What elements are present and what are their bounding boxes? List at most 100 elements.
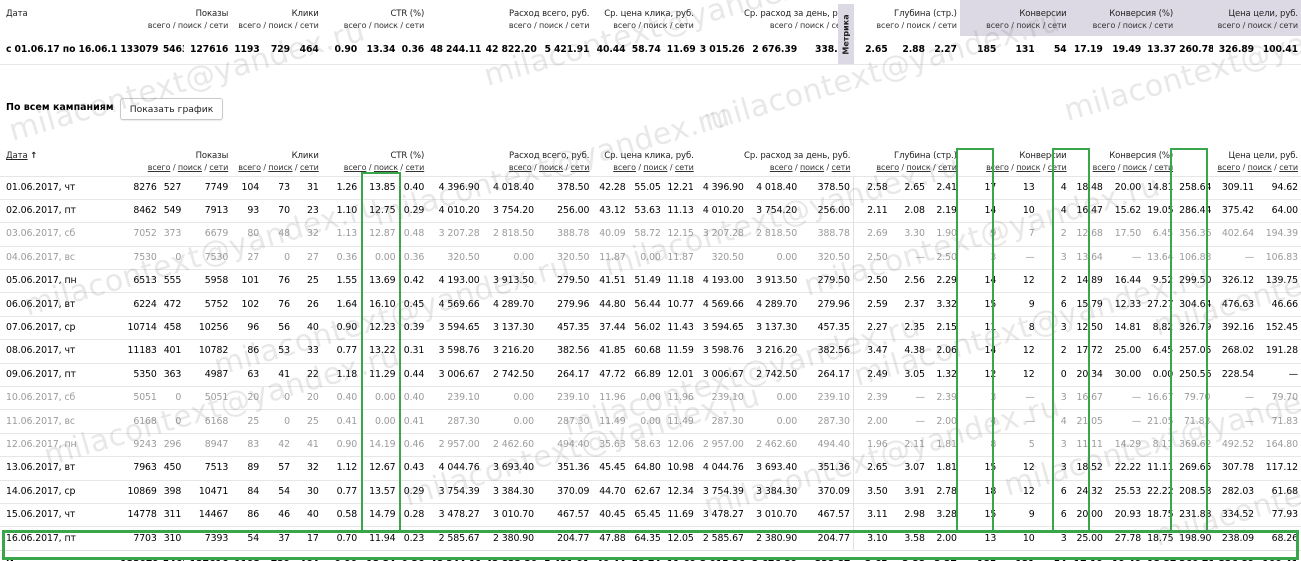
- table-cell: 0.36: [398, 245, 428, 270]
- table-cell: 7513: [184, 456, 232, 481]
- sort-link-all[interactable]: всего: [770, 163, 793, 172]
- table-cell: 7530: [117, 245, 160, 270]
- table-cell: 0: [1037, 362, 1070, 387]
- metrika-tab[interactable]: Метрика: [838, 4, 854, 64]
- table-cell: 3.05: [890, 362, 928, 387]
- table-cell: 16.67: [1144, 386, 1177, 410]
- detail-header-row: Дата ↑ Показы всего / поиск / сети Клики все…: [0, 146, 1301, 176]
- table-cell: 2.98: [890, 502, 928, 527]
- table-cell: 11.13: [663, 198, 697, 223]
- sort-link-search[interactable]: поиск: [268, 163, 292, 172]
- sort-link-search[interactable]: поиск: [1248, 163, 1272, 172]
- table-cell: 3 010.70: [482, 502, 537, 527]
- table-cell: 8947: [184, 432, 232, 457]
- table-cell: 3.50: [852, 479, 891, 504]
- sort-link-network[interactable]: сети: [675, 163, 694, 172]
- sort-link-search[interactable]: поиск: [800, 163, 824, 172]
- table-cell: 12.01: [663, 362, 697, 387]
- sort-link-all[interactable]: всего: [509, 163, 532, 172]
- table-cell: 18.75: [1144, 526, 1177, 551]
- table-cell: 20.93: [1105, 502, 1145, 527]
- sort-link-network[interactable]: сети: [832, 163, 851, 172]
- table-row: 13.06.2017, вт 7963 450 7513 89 57 32 1.12 12.67…: [0, 456, 1301, 481]
- table-cell: 2 957.00: [696, 432, 747, 457]
- sort-link-network[interactable]: сети: [938, 163, 957, 172]
- table-cell: 61.68: [1257, 479, 1301, 504]
- sort-link-search[interactable]: поиск: [1016, 163, 1040, 172]
- table-cell: 15.79: [1069, 292, 1106, 317]
- table-cell: 12.21: [663, 175, 697, 200]
- table-cell: 12.06: [663, 432, 697, 457]
- summary-cell: 133079: [117, 36, 160, 65]
- detail-header-conversion-rate: Конверсия (%) всего / поиск / сети: [1070, 146, 1177, 176]
- sort-link-all[interactable]: всего: [148, 163, 171, 172]
- sort-link-search[interactable]: поиск: [1123, 163, 1147, 172]
- table-cell: 3 594.65: [427, 315, 483, 340]
- table-cell: 79.70: [1176, 386, 1214, 410]
- table-cell: 1.81: [927, 432, 960, 457]
- sort-link-network[interactable]: сети: [209, 163, 228, 172]
- sort-link-all[interactable]: всего: [344, 163, 367, 172]
- table-cell: 164.80: [1257, 432, 1301, 457]
- table-cell: 0.00: [746, 245, 801, 270]
- table-row: 11.06.2017, вс 6168 0 6168 25 0 25 0.41 0.00 0.41…: [0, 409, 1301, 434]
- sort-link-all[interactable]: всего: [238, 163, 261, 172]
- total-row: Итого133079546312761611937294640.9013.34…: [0, 549, 1301, 561]
- sort-link-search[interactable]: поиск: [907, 163, 931, 172]
- table-cell: 3.32: [927, 292, 960, 317]
- table-cell: 102: [231, 292, 263, 317]
- table-cell: 44.70: [592, 479, 629, 504]
- table-cell: 33: [292, 339, 322, 364]
- sort-link-network[interactable]: сети: [1048, 163, 1067, 172]
- table-cell: 0.45: [398, 292, 428, 317]
- table-cell: 311: [159, 502, 185, 527]
- sort-link-search[interactable]: поиск: [374, 163, 398, 172]
- sort-link-search[interactable]: поиск: [539, 163, 563, 172]
- summary-header-row: Дата Показы всего / поиск / сети Клики всего…: [0, 0, 1301, 36]
- table-cell: 3 207.28: [696, 222, 747, 247]
- sort-link-network[interactable]: сети: [1154, 163, 1173, 172]
- sort-link-network[interactable]: сети: [300, 163, 319, 172]
- table-cell: 7749: [184, 175, 232, 200]
- table-cell: 256.00: [800, 198, 854, 223]
- sort-link-search[interactable]: поиск: [643, 163, 667, 172]
- table-cell: 12: [999, 362, 1038, 387]
- summary-cell: 5463: [159, 36, 185, 65]
- row-date: 05.06.2017, пн: [0, 269, 118, 293]
- table-cell: 12: [999, 269, 1038, 293]
- table-cell: 4 289.70: [746, 292, 801, 317]
- table-cell: —: [1213, 386, 1258, 410]
- table-cell: 3 384.30: [482, 479, 537, 504]
- table-cell: 6: [1037, 292, 1070, 317]
- table-cell: 93: [231, 198, 263, 223]
- sort-link-all[interactable]: всего: [1093, 163, 1116, 172]
- table-cell: 2.59: [852, 292, 891, 317]
- table-cell: 10: [999, 526, 1038, 551]
- sort-link-all[interactable]: всего: [876, 163, 899, 172]
- sort-link-all[interactable]: всего: [986, 163, 1009, 172]
- header-title: Ср. цена клика, руб.: [604, 151, 694, 161]
- table-cell: 204.77: [536, 526, 593, 551]
- table-cell: 2.37: [890, 292, 928, 317]
- summary-cell: 0.90: [321, 36, 361, 65]
- summary-cell: 13.37: [1144, 36, 1177, 65]
- sort-link-network[interactable]: сети: [405, 163, 424, 172]
- table-cell: 2 585.67: [696, 526, 747, 551]
- date-sort-header[interactable]: Дата ↑: [0, 146, 117, 176]
- table-cell: 23: [292, 198, 322, 223]
- table-cell: 320.50: [536, 245, 593, 270]
- sort-link-network[interactable]: сети: [571, 163, 590, 172]
- sort-link-all[interactable]: всего: [613, 163, 636, 172]
- table-cell: 3.28: [927, 502, 960, 527]
- show-chart-button[interactable]: Показать график: [120, 98, 223, 120]
- table-cell: 40.09: [592, 222, 629, 247]
- sort-link-network[interactable]: сети: [1279, 163, 1298, 172]
- table-cell: 17: [292, 526, 322, 551]
- table-cell: 4: [1037, 175, 1070, 200]
- sort-link-search[interactable]: поиск: [178, 163, 202, 172]
- table-cell: 3: [1037, 245, 1070, 270]
- table-cell: 12: [999, 479, 1038, 504]
- sort-link-all[interactable]: всего: [1218, 163, 1241, 172]
- table-cell: 0.90: [321, 315, 361, 340]
- table-cell: 0: [159, 245, 185, 270]
